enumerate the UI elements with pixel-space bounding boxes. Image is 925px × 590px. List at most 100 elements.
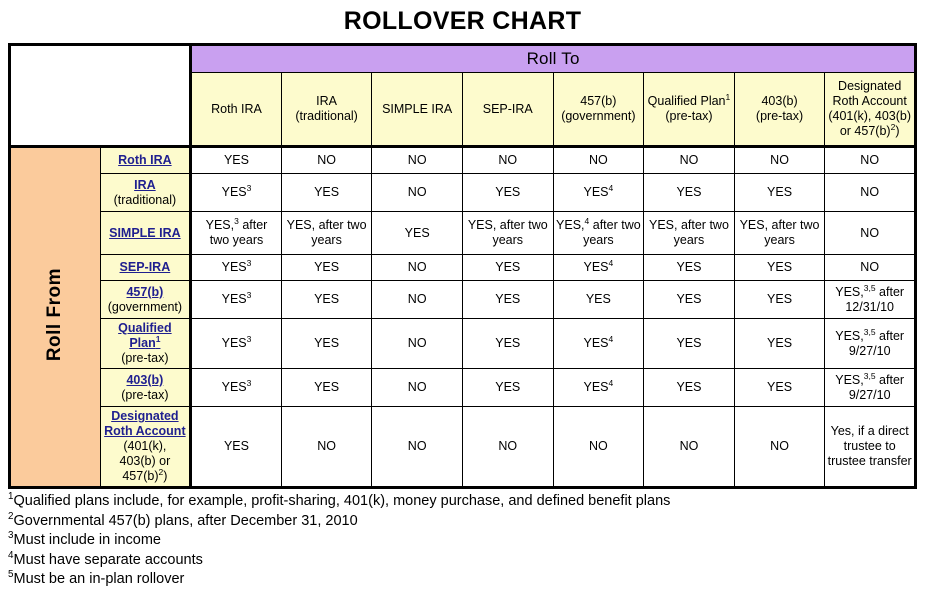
- footnote-2: 2Governmental 457(b) plans, after Decemb…: [8, 511, 925, 532]
- cell-r1-c3: NO: [371, 146, 463, 174]
- cell-r6-c1: YES3: [190, 318, 282, 369]
- cell-r1-c5: NO: [552, 146, 645, 174]
- cell-r6-c4: YES: [461, 318, 554, 369]
- cell-r2-c1: YES3: [190, 173, 282, 212]
- row-header-subtext: (government): [107, 299, 183, 314]
- cell-r2-c5: YES4: [552, 173, 645, 212]
- cell-r1-c8: NO: [824, 146, 916, 174]
- row-header-4[interactable]: SEP-IRA: [99, 254, 193, 281]
- cell-r5-c5: YES: [552, 280, 645, 319]
- column-header-1: Roth IRA: [190, 72, 282, 148]
- cell-r3-c4: YES, after two years: [461, 211, 554, 255]
- table-header-banner-row: Roll To: [8, 44, 916, 148]
- column-header-label: SIMPLE IRA: [382, 101, 453, 116]
- rollover-chart-page: ROLLOVER CHART Roll To Roth IRA IRA (tradi…: [0, 0, 925, 589]
- column-header-label: 403(b): [761, 94, 798, 108]
- cell-r5-c1: YES3: [190, 280, 282, 319]
- row-header-3[interactable]: SIMPLE IRA: [99, 211, 193, 255]
- cell-r5-c4: YES: [461, 280, 554, 319]
- row-header-link[interactable]: SIMPLE IRA: [109, 226, 181, 241]
- cell-r7-c2: YES: [280, 368, 373, 407]
- cell-r8-c2: NO: [280, 406, 373, 489]
- row-header-subtext: (traditional): [113, 192, 177, 207]
- table-row: Designated Roth Account (401(k), 403(b) o…: [10, 406, 916, 489]
- roll-to-banner: Roll To: [190, 44, 916, 73]
- column-header-subtext: (401(k), 403(b) or 457(b)2): [828, 109, 912, 138]
- column-header-label: Qualified Plan1: [647, 91, 731, 108]
- cell-r7-c3: NO: [371, 368, 463, 407]
- row-header-link[interactable]: SEP-IRA: [120, 260, 171, 275]
- roll-from-axis-label: Roll From: [9, 146, 101, 488]
- rollover-table: Roll To Roth IRA IRA (traditional) SIMPLE I…: [8, 43, 917, 489]
- table-row: 457(b) (government) YES3 YES NO YES YES YES YES Y…: [10, 280, 916, 319]
- cell-r2-c2: YES: [280, 173, 373, 212]
- row-header-link[interactable]: 403(b): [126, 373, 163, 388]
- row-header-7[interactable]: 403(b) (pre-tax): [99, 368, 193, 407]
- cell-r7-c6: YES: [643, 368, 735, 407]
- cell-r3-c3: YES: [371, 211, 463, 255]
- column-header-label: Roth IRA: [211, 101, 262, 116]
- page-title: ROLLOVER CHART: [343, 7, 582, 35]
- cell-r4-c1: YES3: [190, 254, 282, 281]
- cell-r8-c4: NO: [461, 406, 554, 489]
- column-header-8: Designated Roth Account (401(k), 403(b) o…: [824, 72, 916, 148]
- row-header-link[interactable]: IRA: [134, 178, 156, 193]
- cell-r3-c8: NO: [824, 211, 916, 255]
- row-header-link[interactable]: Qualified Plan1: [104, 321, 187, 351]
- row-header-2[interactable]: IRA (traditional): [99, 173, 193, 212]
- cell-r3-c1: YES,3 after two years: [190, 211, 282, 255]
- cell-r2-c7: YES: [733, 173, 826, 212]
- cell-r8-c7: NO: [733, 406, 826, 489]
- cell-r4-c2: YES: [280, 254, 373, 281]
- table-row: Qualified Plan1 (pre-tax) YES3 YES NO YES YES4…: [10, 318, 916, 369]
- column-header-subtext: (traditional): [295, 109, 358, 123]
- cell-r2-c8: NO: [824, 173, 916, 212]
- corner-blank-cell: [8, 44, 193, 148]
- cell-r2-c3: NO: [371, 173, 463, 212]
- footnote-3: 3Must include in income: [8, 531, 925, 551]
- column-header-label: Designated Roth Account: [832, 79, 907, 108]
- row-header-subtext: (401(k), 403(b) or 457(b)2): [119, 439, 171, 483]
- row-header-link[interactable]: Designated Roth Account: [104, 409, 187, 439]
- footnote-1: 1Qualified plans include, for example, p…: [8, 492, 925, 512]
- footnote-text: Must be an in-plan rollover: [13, 571, 185, 587]
- cell-r8-c6: NO: [643, 406, 735, 489]
- cell-r7-c8: YES,3,5 after 9/27/10: [824, 368, 916, 407]
- cell-r6-c6: YES: [643, 318, 735, 369]
- cell-r1-c4: NO: [461, 146, 554, 174]
- row-header-8[interactable]: Designated Roth Account (401(k), 403(b) o…: [99, 406, 193, 489]
- cell-r1-c1: YES: [190, 146, 282, 174]
- footnote-text: Must have separate accounts: [13, 551, 203, 568]
- cell-r6-c2: YES: [280, 318, 373, 369]
- column-header-label: 457(b): [580, 94, 617, 108]
- cell-r7-c4: YES: [461, 368, 554, 407]
- column-header-subtext: (government): [561, 109, 636, 123]
- row-header-subtext: (pre-tax): [121, 387, 169, 402]
- row-header-1[interactable]: Roth IRA: [99, 146, 193, 174]
- cell-r5-c2: YES: [280, 280, 373, 319]
- cell-r4-c3: NO: [371, 254, 463, 281]
- cell-r2-c6: YES: [643, 173, 735, 212]
- column-header-2: IRA (traditional): [280, 72, 373, 148]
- table-row: IRA (traditional) YES3 YES NO YES YES4 YES YES NO: [10, 173, 916, 212]
- row-header-5[interactable]: 457(b) (government): [99, 280, 193, 319]
- chart-container: Roll To Roth IRA IRA (traditional) SIMPLE I…: [0, 43, 925, 489]
- cell-r4-c6: YES: [643, 254, 735, 281]
- cell-r8-c5: NO: [552, 406, 645, 489]
- footnote-5: 5Must be an in-plan rollover: [8, 570, 925, 590]
- cell-r7-c7: YES: [733, 368, 826, 407]
- row-header-link[interactable]: 457(b): [126, 285, 163, 300]
- row-header-link[interactable]: Roth IRA: [118, 153, 171, 168]
- cell-r7-c1: YES3: [190, 368, 282, 407]
- footnote-text: Qualified plans include, for example, pr…: [13, 493, 671, 509]
- row-header-subtext: (pre-tax): [121, 351, 169, 365]
- column-header-3: SIMPLE IRA: [371, 72, 463, 148]
- footnote-text: Governmental 457(b) plans, after Decembe…: [13, 512, 358, 529]
- cell-r1-c2: NO: [280, 146, 373, 174]
- footnote-text: Must include in income: [13, 532, 161, 548]
- cell-r5-c3: NO: [371, 280, 463, 319]
- row-header-6[interactable]: Qualified Plan1 (pre-tax): [99, 318, 193, 369]
- column-header-subtext: (pre-tax): [755, 109, 804, 123]
- cell-r8-c3: NO: [371, 406, 463, 489]
- table-row: Roll From Roth IRA YES NO NO NO NO NO NO NO: [9, 146, 916, 488]
